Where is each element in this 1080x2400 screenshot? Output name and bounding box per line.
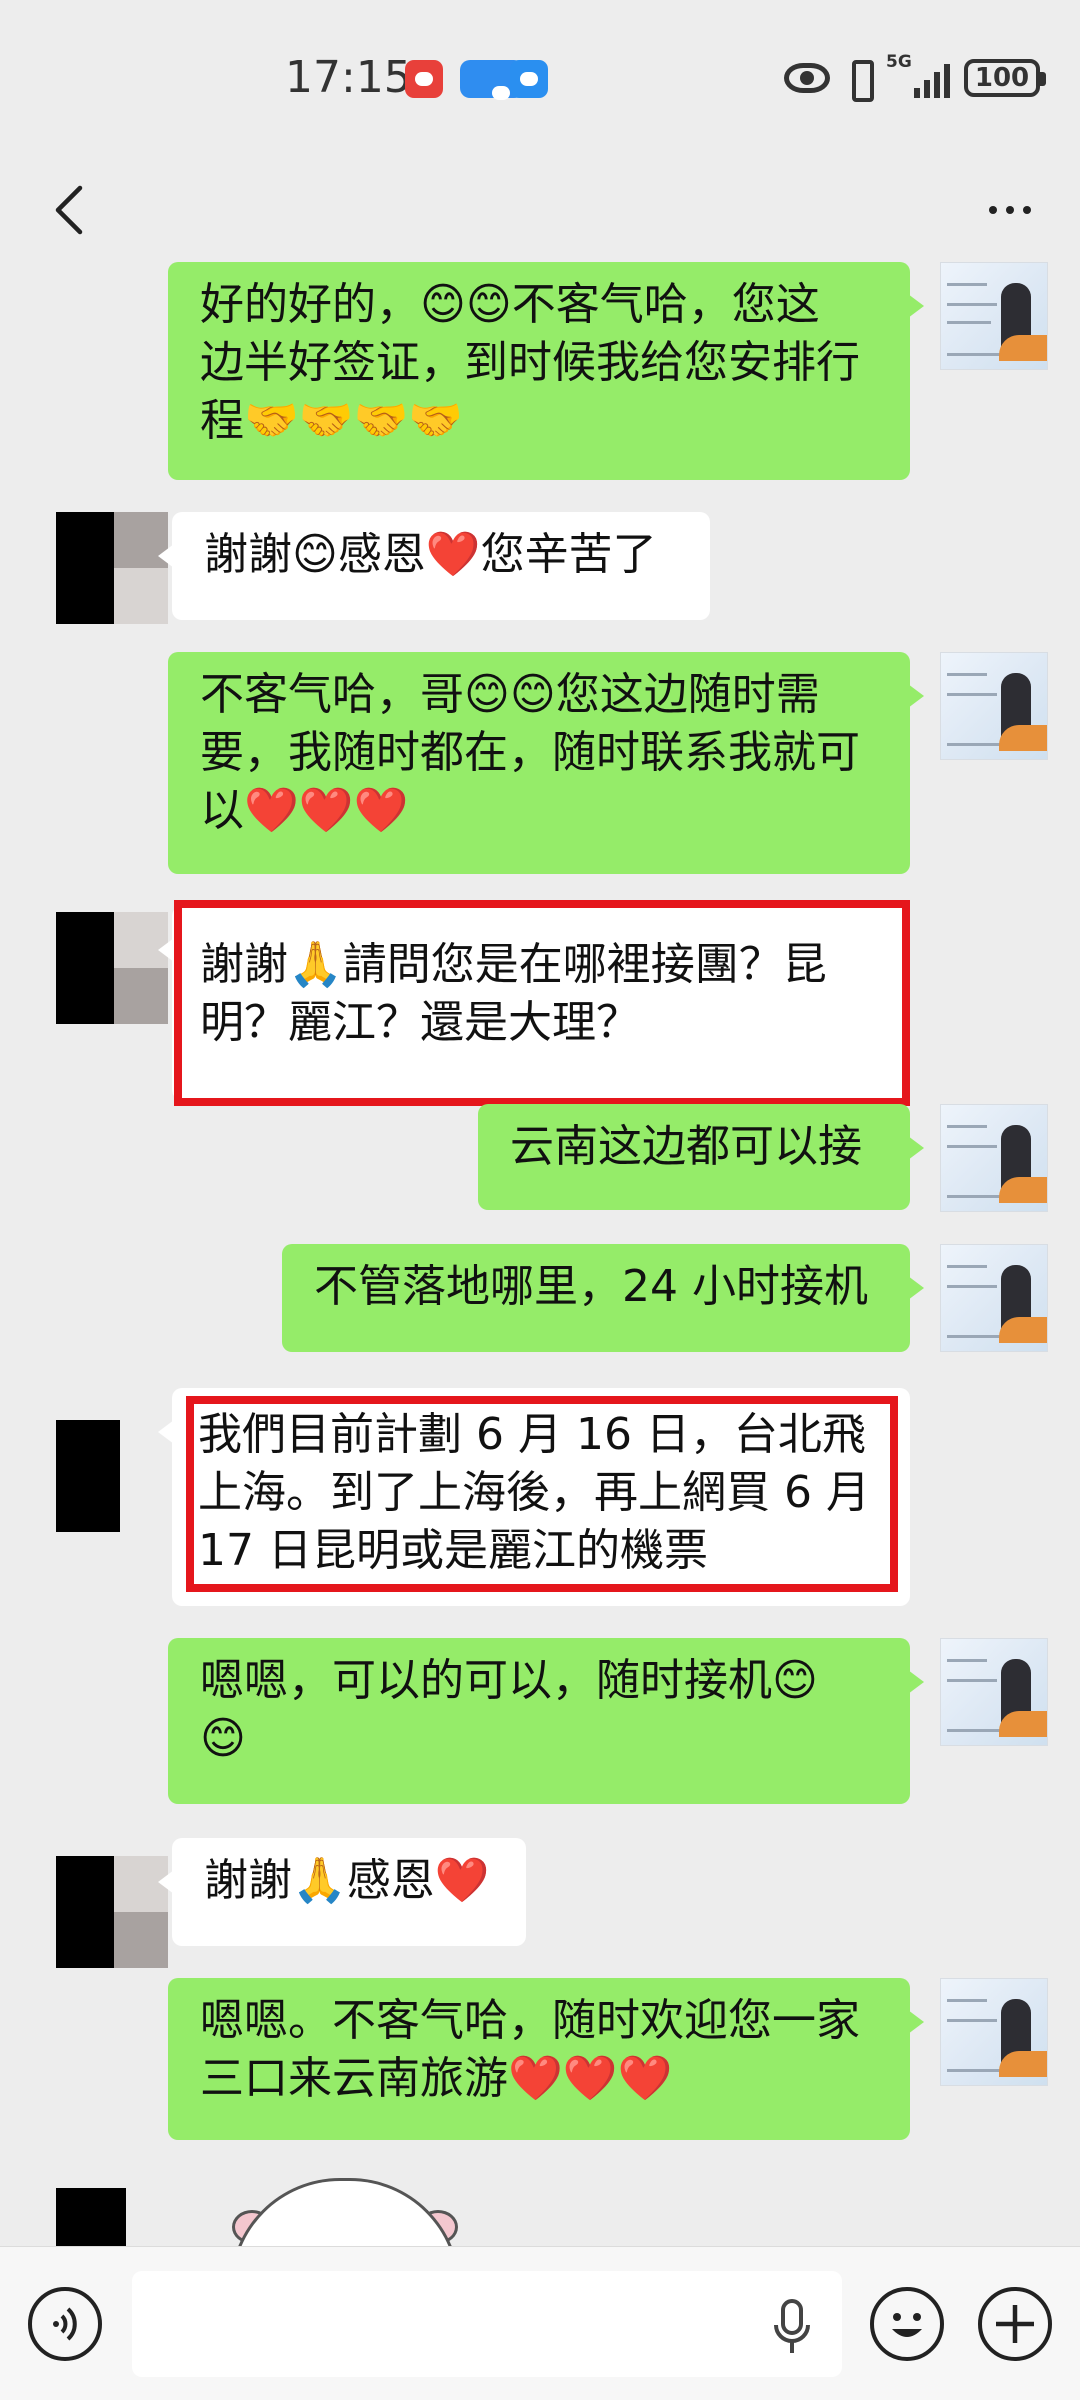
message-bubble-outgoing[interactable]: 嗯嗯，可以的可以，随时接机😊 😊 [168,1638,924,1804]
chat-header [0,150,1080,270]
network-label: 5G [886,52,912,72]
chevron-left-icon[interactable] [42,180,102,240]
message-line: 謝謝🙏感恩❤️ [204,1855,490,1906]
plus-icon[interactable] [978,2287,1052,2361]
message-bubble-outgoing[interactable]: 云南这边都可以接 [478,1104,924,1210]
message-line: 😊 [200,1713,246,1764]
eye-icon [784,63,830,93]
voice-wave-icon[interactable] [28,2287,102,2361]
message-line: 好的好的，😊😊不客气哈，您这 [200,279,820,330]
avatar-self[interactable] [940,652,1048,760]
message-line: 謝謝😊感恩❤️您辛苦了 [204,529,657,580]
avatar-self[interactable] [940,1638,1048,1746]
avatar-contact[interactable] [56,1420,168,1532]
avatar-contact[interactable] [56,912,168,1024]
more-dots-icon[interactable] [980,190,1040,230]
avatar-self[interactable] [940,1978,1048,2086]
message-line: 边半好签证，到时候我给您安排行 [200,337,860,388]
input-bar [0,2246,1080,2400]
message-bubble-incoming[interactable]: 謝謝😊感恩❤️您辛苦了 [158,512,710,620]
battery-icon: 100 [964,59,1046,97]
message-line: 不管落地哪里，24 小时接机 [314,1261,868,1312]
huawei-app-icon [405,60,443,98]
avatar-self[interactable] [940,1244,1048,1352]
status-time: 17:15 [285,52,412,103]
microphone-icon[interactable] [770,2297,814,2357]
message-bubble-outgoing[interactable]: 嗯嗯。不客气哈，随时欢迎您一家 三口来云南旅游❤️❤️❤️ [168,1978,924,2140]
highlight-box [174,900,910,1106]
status-bar: 17:15 5G 100 [0,0,1080,150]
vibrate-icon [844,58,874,102]
message-bubble-outgoing[interactable]: 不管落地哪里，24 小时接机 [282,1244,924,1352]
smiley-icon[interactable] [870,2287,944,2361]
message-line: 要，我随时都在，随时联系我就可 [200,727,860,778]
avatar-self[interactable] [940,1104,1048,1212]
message-bubble-outgoing[interactable]: 好的好的，😊😊不客气哈，您这 边半好签证，到时候我给您安排行 程🤝🤝🤝🤝 [168,262,924,480]
message-line: 以❤️❤️❤️ [200,785,409,836]
message-input[interactable] [132,2271,842,2377]
message-line: 嗯嗯。不客气哈，随时欢迎您一家 [200,1995,860,2046]
message-line: 云南这边都可以接 [510,1121,862,1172]
message-line: 三口来云南旅游❤️❤️❤️ [200,2053,673,2104]
message-line: 嗯嗯，可以的可以，随时接机😊 [200,1655,818,1706]
avatar-contact[interactable] [56,2178,168,2246]
highlight-box [186,1396,898,1592]
weather-app-icon [510,60,548,98]
message-line: 不客气哈，哥😊😊您这边随时需 [200,669,820,720]
avatar-contact[interactable] [56,1856,168,1968]
avatar-self[interactable] [940,262,1048,370]
signal-icon: 5G [886,52,950,98]
message-line: 程🤝🤝🤝🤝 [200,395,464,446]
message-bubble-outgoing[interactable]: 不客气哈，哥😊😊您这边随时需 要，我随时都在，随时联系我就可 以❤️❤️❤️ [168,652,924,874]
status-indicators: 5G 100 [784,52,1046,102]
avatar-contact[interactable] [56,512,168,624]
message-bubble-incoming[interactable]: 謝謝🙏感恩❤️ [158,1838,526,1946]
